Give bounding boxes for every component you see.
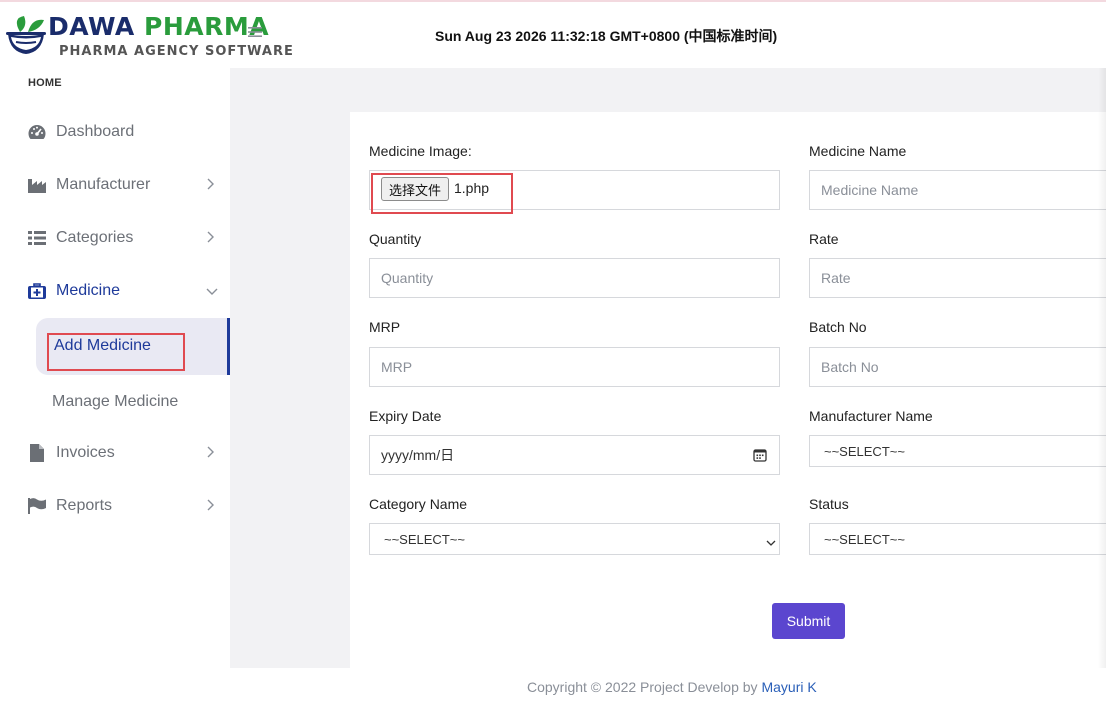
sidebar: HOME Dashboard Manufacturer Categories M… xyxy=(0,68,230,708)
sidebar-item-label: Reports xyxy=(56,497,113,514)
list-icon xyxy=(27,228,47,248)
batch-no-input[interactable]: Batch No xyxy=(809,347,1106,387)
hamburger-menu-icon[interactable] xyxy=(248,26,264,42)
chevron-right-icon xyxy=(206,446,214,461)
chevron-down-icon xyxy=(766,535,776,550)
brand-tagline: PHARMA AGENCY SOFTWARE xyxy=(59,44,294,59)
brand-name: DAWA PHARMA xyxy=(48,12,269,41)
highlight-box xyxy=(47,333,185,371)
highlight-box xyxy=(371,173,513,214)
current-datetime: Sun Aug 23 2026 11:32:18 GMT+0800 (中国标准时… xyxy=(435,28,778,44)
copyright-label: Copyright © 2022 Project Develop by xyxy=(527,679,758,695)
footer: Copyright © 2022 Project Develop by Mayu… xyxy=(230,668,1106,708)
sidebar-subitem-add-medicine[interactable]: Add Medicine xyxy=(36,318,230,375)
mrp-input[interactable]: MRP xyxy=(369,347,780,387)
chevron-right-icon xyxy=(206,178,214,193)
mortar-pestle-logo-icon xyxy=(6,16,46,54)
brand-logo[interactable]: DAWA PHARMA PHARMA AGENCY SOFTWARE xyxy=(0,6,293,68)
chevron-right-icon xyxy=(206,231,214,246)
sidebar-item-reports[interactable]: Reports xyxy=(0,486,230,526)
status-label: Status xyxy=(809,496,849,512)
batch-no-label: Batch No xyxy=(809,319,867,335)
expiry-date-input[interactable]: yyyy/mm/日 xyxy=(369,435,780,475)
category-name-label: Category Name xyxy=(369,496,468,512)
medicine-name-label: Medicine Name xyxy=(809,143,907,159)
medicine-name-input[interactable]: Medicine Name xyxy=(809,170,1106,210)
author-link[interactable]: Mayuri K xyxy=(761,679,816,695)
sidebar-item-label: Medicine xyxy=(56,282,121,299)
sidebar-heading: HOME xyxy=(28,77,62,89)
rate-label: Rate xyxy=(809,231,839,247)
chevron-right-icon xyxy=(206,499,214,514)
submit-button[interactable]: Submit xyxy=(772,603,845,639)
brand-name-part1: DAWA xyxy=(48,12,135,41)
rate-input[interactable]: Rate xyxy=(809,258,1106,298)
copyright-text: Copyright © 2022 Project Develop by Mayu… xyxy=(527,679,817,695)
file-icon xyxy=(27,443,47,463)
quantity-label: Quantity xyxy=(369,231,422,247)
status-select[interactable]: ~~SELECT~~ xyxy=(809,523,1106,555)
calendar-icon[interactable] xyxy=(753,448,767,465)
edge-shadow xyxy=(1098,68,1106,668)
expiry-date-label: Expiry Date xyxy=(369,408,442,424)
quantity-input[interactable]: Quantity xyxy=(369,258,780,298)
category-selected-value: ~~SELECT~~ xyxy=(384,531,465,547)
sidebar-item-label: Manufacturer xyxy=(56,176,151,193)
add-medicine-form: Medicine Image: 选择文件 1.php Medicine Name… xyxy=(350,112,1106,668)
flag-icon xyxy=(27,496,47,516)
medicine-image-label: Medicine Image: xyxy=(369,143,472,159)
sidebar-item-label: Dashboard xyxy=(56,123,135,140)
sidebar-item-label: Categories xyxy=(56,229,134,246)
manufacturer-name-label: Manufacturer Name xyxy=(809,408,933,424)
manufacturer-name-select[interactable]: ~~SELECT~~ xyxy=(809,435,1106,467)
sidebar-item-label: Invoices xyxy=(56,444,115,461)
industry-icon xyxy=(27,175,47,195)
medkit-icon xyxy=(27,281,47,301)
sidebar-item-manufacturer[interactable]: Manufacturer xyxy=(0,165,230,205)
category-name-select[interactable]: ~~SELECT~~ xyxy=(369,523,780,555)
expiry-date-placeholder: yyyy/mm/日 xyxy=(381,447,455,463)
dashboard-gauge-icon xyxy=(27,122,47,142)
mrp-label: MRP xyxy=(369,319,401,335)
sidebar-item-invoices[interactable]: Invoices xyxy=(0,433,230,473)
chevron-down-icon xyxy=(206,284,218,298)
top-navbar: DAWA PHARMA PHARMA AGENCY SOFTWARE Sun A… xyxy=(0,0,1106,68)
sidebar-item-medicine[interactable]: Medicine xyxy=(0,271,230,311)
sidebar-subitem-manage-medicine[interactable]: Manage Medicine xyxy=(52,393,178,411)
sidebar-item-categories[interactable]: Categories xyxy=(0,218,230,258)
sidebar-item-dashboard[interactable]: Dashboard xyxy=(0,112,230,152)
